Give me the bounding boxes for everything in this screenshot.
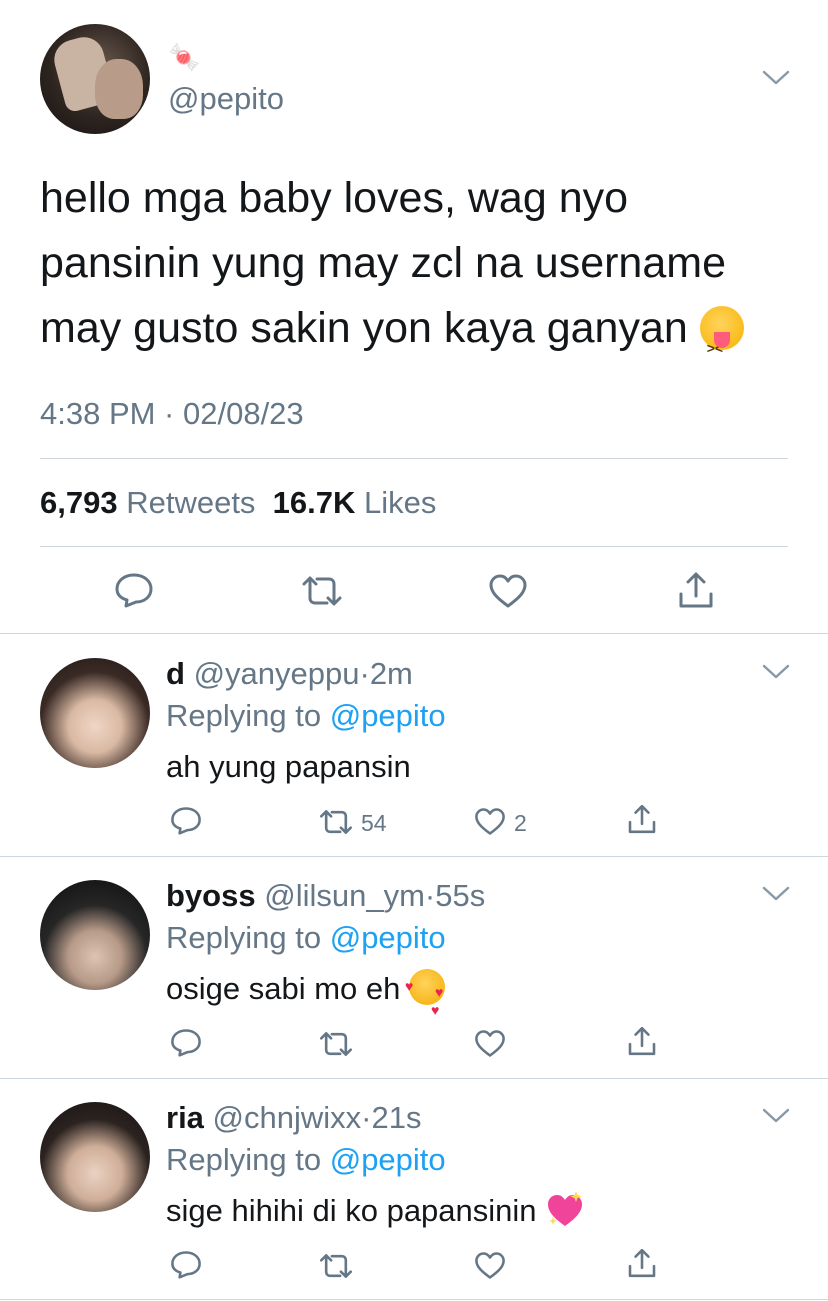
- reply-icon[interactable]: [170, 1028, 202, 1057]
- author-avatar[interactable]: [40, 24, 150, 134]
- reply-time: 2m: [369, 656, 413, 691]
- separator-dot: ·: [424, 878, 436, 913]
- author-handle[interactable]: @pepito: [168, 80, 284, 118]
- squinting-tongue-emoji: ><: [699, 306, 744, 356]
- replying-to: Replying to @pepito: [166, 919, 446, 957]
- share-icon[interactable]: [626, 1025, 658, 1057]
- replying-handle-link[interactable]: @pepito: [330, 1142, 446, 1177]
- retweet-count[interactable]: 6,793: [40, 485, 118, 520]
- reply-avatar[interactable]: [40, 658, 150, 768]
- replying-prefix: Replying to: [166, 698, 322, 733]
- tweet-timestamp: 4:38 PM · 02/08/23: [40, 396, 304, 431]
- reply-author-handle[interactable]: @chnjwixx: [213, 1100, 362, 1135]
- divider: [0, 1299, 828, 1300]
- tweet-stats: 6,793 Retweets 16.7K Likes: [40, 484, 436, 522]
- reply-avatar[interactable]: [40, 880, 150, 990]
- reply-icon[interactable]: [170, 1250, 202, 1279]
- replying-handle-link[interactable]: @pepito: [330, 698, 446, 733]
- retweet-icon[interactable]: [318, 808, 354, 836]
- like-count[interactable]: 16.7K: [273, 485, 356, 520]
- reply-author-name[interactable]: byoss: [166, 878, 256, 913]
- retweet-label[interactable]: Retweets: [126, 485, 255, 520]
- reply-text: sige hihihi di ko papansinin: [166, 1193, 537, 1228]
- reply-text: ah yung papansin: [166, 749, 411, 784]
- reply-avatar[interactable]: [40, 1102, 150, 1212]
- reply-time: 21s: [371, 1100, 422, 1135]
- divider: [40, 546, 788, 547]
- divider: [0, 856, 828, 857]
- divider: [0, 633, 828, 634]
- replying-handle-link[interactable]: @pepito: [330, 920, 446, 955]
- retweet-icon[interactable]: [300, 574, 344, 608]
- reply-author-handle[interactable]: @yanyeppu: [194, 656, 360, 691]
- smiling-face-with-hearts-emoji: ♥ ♥ ♥: [405, 969, 445, 1018]
- heart-icon[interactable]: [474, 807, 506, 836]
- separator-dot: ·: [361, 1100, 372, 1135]
- reply-text-row: osige sabi mo eh ♥ ♥ ♥: [166, 969, 445, 1018]
- retweet-icon[interactable]: [318, 1252, 354, 1280]
- replying-to: Replying to @pepito: [166, 1141, 446, 1179]
- chevron-down-icon[interactable]: [762, 664, 790, 680]
- divider: [0, 1078, 828, 1079]
- share-icon[interactable]: [626, 1247, 658, 1279]
- reply-author-handle[interactable]: @lilsun_ym: [264, 878, 425, 913]
- heart-icon[interactable]: [488, 573, 528, 609]
- share-icon[interactable]: [626, 803, 658, 835]
- reply-icon[interactable]: [170, 806, 202, 835]
- reply-header: ria @chnjwixx·21s: [166, 1099, 421, 1137]
- like-label[interactable]: Likes: [364, 485, 436, 520]
- tweet-text: hello mga baby loves, wag nyo pansinin y…: [40, 166, 800, 361]
- chevron-down-icon[interactable]: [762, 1108, 790, 1124]
- chevron-down-icon[interactable]: [762, 70, 790, 86]
- reply-header: byoss @lilsun_ym·55s: [166, 877, 485, 915]
- reply-text: osige sabi mo eh: [166, 971, 401, 1006]
- divider: [40, 458, 788, 459]
- share-icon[interactable]: [676, 570, 716, 610]
- sparkling-heart-emoji: [545, 1191, 585, 1238]
- reply-time: 55s: [435, 878, 486, 913]
- replying-to: Replying to @pepito: [166, 697, 446, 735]
- retweet-icon[interactable]: [318, 1030, 354, 1058]
- reply-icon[interactable]: [114, 572, 154, 608]
- heart-icon[interactable]: [474, 1029, 506, 1058]
- reply-header: d @yanyeppu·2m: [166, 655, 413, 693]
- heart-icon[interactable]: [474, 1251, 506, 1280]
- reply-author-name[interactable]: ria: [166, 1100, 204, 1135]
- reply-text-row: sige hihihi di ko papansinin: [166, 1191, 585, 1238]
- display-name-emoji: 🍬: [168, 42, 201, 72]
- separator-dot: ·: [359, 656, 370, 691]
- retweet-count: 54: [361, 810, 387, 836]
- replying-prefix: Replying to: [166, 920, 322, 955]
- reply-author-name[interactable]: d: [166, 656, 185, 691]
- replying-prefix: Replying to: [166, 1142, 322, 1177]
- like-count: 2: [514, 810, 527, 836]
- chevron-down-icon[interactable]: [762, 886, 790, 902]
